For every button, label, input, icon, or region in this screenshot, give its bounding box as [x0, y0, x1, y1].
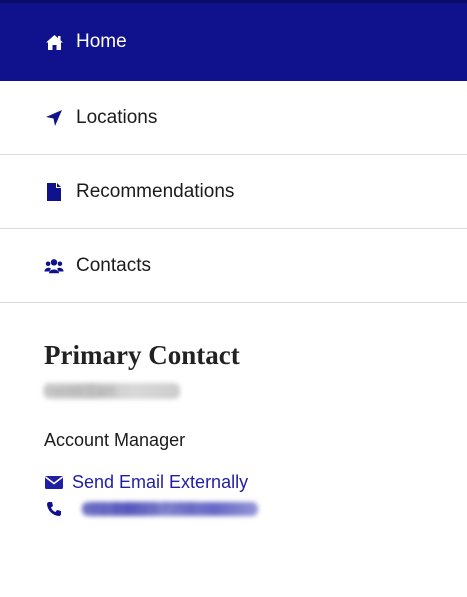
nav-item-label: Recommendations — [76, 180, 235, 202]
contact-role: Account Manager — [44, 430, 186, 450]
nav-item-label: Locations — [76, 106, 158, 128]
nav-item-label: Home — [76, 31, 127, 52]
page: Home Locations Recommendations Contacts … — [0, 0, 467, 597]
contact-name-text: Darren Cant — [44, 383, 115, 398]
contact-name: Darren Cant — [44, 383, 180, 399]
sidebar-nav: Home Locations Recommendations Contacts — [0, 0, 467, 303]
envelope-icon — [44, 472, 64, 492]
nav-item-home[interactable]: Home — [0, 0, 467, 81]
phone-link[interactable]: +61 3 9623 7258 — [44, 499, 467, 519]
phone-number: +61 3 9623 7258 — [82, 500, 258, 518]
nav-item-label: Contacts — [76, 254, 151, 276]
document-icon — [44, 182, 64, 202]
send-email-label: Send Email Externally — [72, 472, 249, 492]
users-icon — [44, 256, 64, 276]
primary-contact-card: Primary Contact Darren Cant Account Mana… — [0, 303, 467, 519]
send-email-link[interactable]: Send Email Externally — [44, 471, 467, 493]
phone-icon — [44, 499, 64, 519]
phone-number-text: +61 3 9623 7258 — [82, 500, 196, 517]
nav-item-locations[interactable]: Locations — [0, 81, 467, 155]
contact-section-title: Primary Contact — [44, 340, 240, 370]
nav-item-recommendations[interactable]: Recommendations — [0, 155, 467, 229]
location-arrow-icon — [44, 108, 64, 128]
home-icon — [44, 32, 64, 52]
nav-item-contacts[interactable]: Contacts — [0, 229, 467, 303]
